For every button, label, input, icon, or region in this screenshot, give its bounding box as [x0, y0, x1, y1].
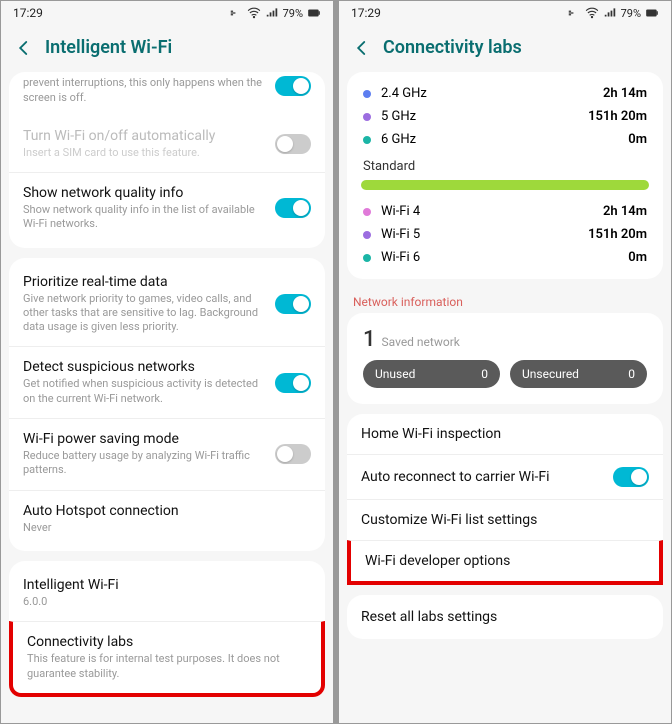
- band-row: 2.4 GHz2h 14m: [361, 82, 649, 105]
- page-title: Intelligent Wi-Fi: [45, 37, 172, 58]
- status-icons: 79%: [567, 6, 659, 20]
- dot-icon: [363, 90, 371, 98]
- dot-icon: [363, 208, 371, 216]
- status-icons: 79%: [229, 6, 321, 20]
- toggle[interactable]: [275, 198, 311, 218]
- wifi-row: Wi-Fi 42h 14m: [361, 200, 649, 223]
- toggle[interactable]: [275, 373, 311, 393]
- app-bar: Connectivity labs: [339, 25, 671, 72]
- setting-row-suspicious[interactable]: Detect suspicious networks Get notified …: [9, 346, 325, 418]
- status-time: 17:29: [13, 6, 43, 20]
- back-icon[interactable]: [15, 39, 33, 57]
- status-bar: 17:29 79%: [339, 1, 671, 25]
- toggle[interactable]: [275, 76, 311, 96]
- setting-row-prioritize[interactable]: Prioritize real-time data Give network p…: [9, 262, 325, 347]
- wifi-row: Wi-Fi 5151h 20m: [361, 223, 649, 246]
- setting-row-quality[interactable]: Show network quality info Show network q…: [9, 172, 325, 244]
- setting-row-connectivity-labs[interactable]: Connectivity labs This feature is for in…: [9, 621, 325, 697]
- back-icon[interactable]: [353, 39, 371, 57]
- band-row: 6 GHz0m: [361, 128, 649, 151]
- pill-unsecured[interactable]: Unsecured0: [510, 360, 647, 388]
- pill-unused[interactable]: Unused0: [363, 360, 500, 388]
- toggle: [275, 134, 311, 154]
- toggle[interactable]: [613, 467, 649, 487]
- status-bar: 17:29 79%: [1, 1, 333, 25]
- setting-row-powersave[interactable]: Wi-Fi power saving mode Reduce battery u…: [9, 418, 325, 490]
- row-developer-options[interactable]: Wi-Fi developer options: [347, 540, 663, 585]
- saved-network-row[interactable]: 1 Saved network: [361, 317, 649, 360]
- dot-icon: [363, 231, 371, 239]
- setting-row-autowifi: Turn Wi-Fi on/off automatically Insert a…: [9, 116, 325, 172]
- section-heading: Network information: [339, 289, 671, 313]
- wifi-row: Wi-Fi 60m: [361, 246, 649, 269]
- dot-icon: [363, 113, 371, 121]
- partial-description: prevent interruptions, this only happens…: [23, 76, 265, 106]
- toggle[interactable]: [275, 294, 311, 314]
- page-title: Connectivity labs: [383, 37, 522, 58]
- row-home-inspection[interactable]: Home Wi-Fi inspection: [347, 414, 663, 454]
- row-auto-reconnect[interactable]: Auto reconnect to carrier Wi-Fi: [347, 454, 663, 499]
- setting-row-hotspot[interactable]: Auto Hotspot connection Never: [9, 490, 325, 547]
- row-reset-labs[interactable]: Reset all labs settings: [347, 595, 663, 639]
- band-row: 5 GHz151h 20m: [361, 105, 649, 128]
- app-bar: Intelligent Wi-Fi: [1, 25, 333, 72]
- dot-icon: [363, 136, 371, 144]
- status-time: 17:29: [351, 6, 381, 20]
- dot-icon: [363, 254, 371, 262]
- row-customize-list[interactable]: Customize Wi-Fi list settings: [347, 499, 663, 540]
- usage-bar: [361, 180, 649, 190]
- standard-label: Standard: [361, 151, 649, 180]
- toggle[interactable]: [275, 444, 311, 464]
- setting-row-intelligent[interactable]: Intelligent Wi-Fi 6.0.0: [9, 565, 325, 621]
